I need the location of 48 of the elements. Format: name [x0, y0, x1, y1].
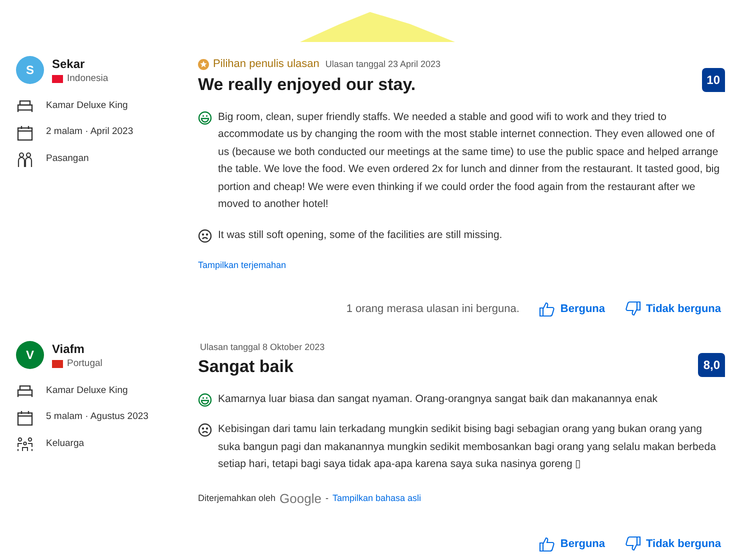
translated-by-label: Diterjemahkan oleh	[198, 492, 276, 505]
avatar: V	[16, 341, 44, 369]
calendar-icon	[17, 124, 33, 140]
google-logo: Google	[280, 490, 322, 508]
negative-comment: It was still soft opening, some of the facilities are still missing.	[218, 228, 504, 242]
room-type: Kamar Deluxe King	[46, 99, 128, 114]
helpful-count: 1 orang merasa ulasan ini berguna.	[346, 302, 520, 316]
translation-link[interactable]: Tampilkan terjemahan	[198, 259, 286, 272]
helpful-button[interactable]: Berguna	[539, 536, 606, 552]
review-title: We really enjoyed our stay.	[198, 74, 417, 96]
bed-icon	[17, 384, 33, 398]
avatar: S	[16, 56, 44, 84]
positive-comment: Big room, clean, super friendly staffs. We needed a stable and good wifi to work and they tried to accommodate us by changing the room with the most stable internet connection. They even allowed one of us (because we both conducted our meetings at the same time) to use the public space and helped arrange the table. We love the food. We even ordered 2x for lunch and dinner from the restaurant. It tasted good, big portion and cheap! We were even thinking if we could order the food again from the restaurant after we moved to another hotel!	[218, 110, 721, 212]
star-badge-icon	[198, 58, 209, 70]
calendar-icon	[17, 410, 33, 426]
happy-face-icon	[198, 110, 212, 124]
positive-comment: Kamarnya luar biasa dan sangat nyaman. Orang-orangnya sangat baik dan makanannya enak	[218, 392, 659, 406]
reviewer-choice-label: Pilihan penulis ulasan	[213, 57, 320, 72]
reviewer-country: Indonesia	[67, 72, 108, 86]
reviewer-country: Portugal	[67, 357, 102, 371]
sad-face-icon	[198, 228, 212, 242]
not-helpful-button[interactable]: Tidak berguna	[625, 536, 721, 552]
reviewer-name: Sekar	[52, 56, 86, 72]
happy-face-icon	[198, 392, 212, 406]
stay-info: 5 malam · Agustus 2023	[46, 410, 148, 424]
thumbs-up-icon	[539, 300, 556, 317]
separator: -	[325, 492, 328, 504]
room-type: Kamar Deluxe King	[46, 384, 128, 398]
thumbs-down-icon	[625, 300, 642, 317]
translation-link[interactable]: Tampilkan bahasa asli	[332, 492, 422, 505]
traveler-type: Pasangan	[46, 152, 89, 166]
stay-info: 2 malam · April 2023	[46, 125, 134, 140]
not-helpful-button[interactable]: Tidak berguna	[625, 300, 721, 317]
thumbs-down-icon	[625, 536, 642, 552]
reviewer-name: Viafm	[52, 341, 86, 357]
sad-face-icon	[198, 423, 212, 437]
review-title: Sangat baik	[198, 356, 294, 378]
bed-icon	[17, 99, 33, 114]
score-badge: 8,0	[698, 353, 725, 377]
family-icon	[17, 436, 33, 452]
traveler-type: Keluarga	[46, 437, 84, 452]
helpful-button[interactable]: Berguna	[539, 300, 606, 317]
review-date: Ulasan tanggal 8 Oktober 2023	[200, 341, 325, 354]
review-date: Ulasan tanggal 23 April 2023	[325, 58, 441, 71]
couple-icon	[17, 152, 33, 168]
thumbs-up-icon	[539, 536, 556, 552]
score-badge: 10	[702, 68, 725, 92]
negative-comment: Kebisingan dari tamu lain terkadang mungkin sedikit bising bagi sebagian orang yang bukan orang yang suka bangun pagi dan makanannya mungkin sedikit membosankan bagi orang yang selalu makan berbeda setiap hari, tetapi bagi saya tidak apa-apa karena saya suka nasinya goreng ▯	[218, 422, 717, 472]
